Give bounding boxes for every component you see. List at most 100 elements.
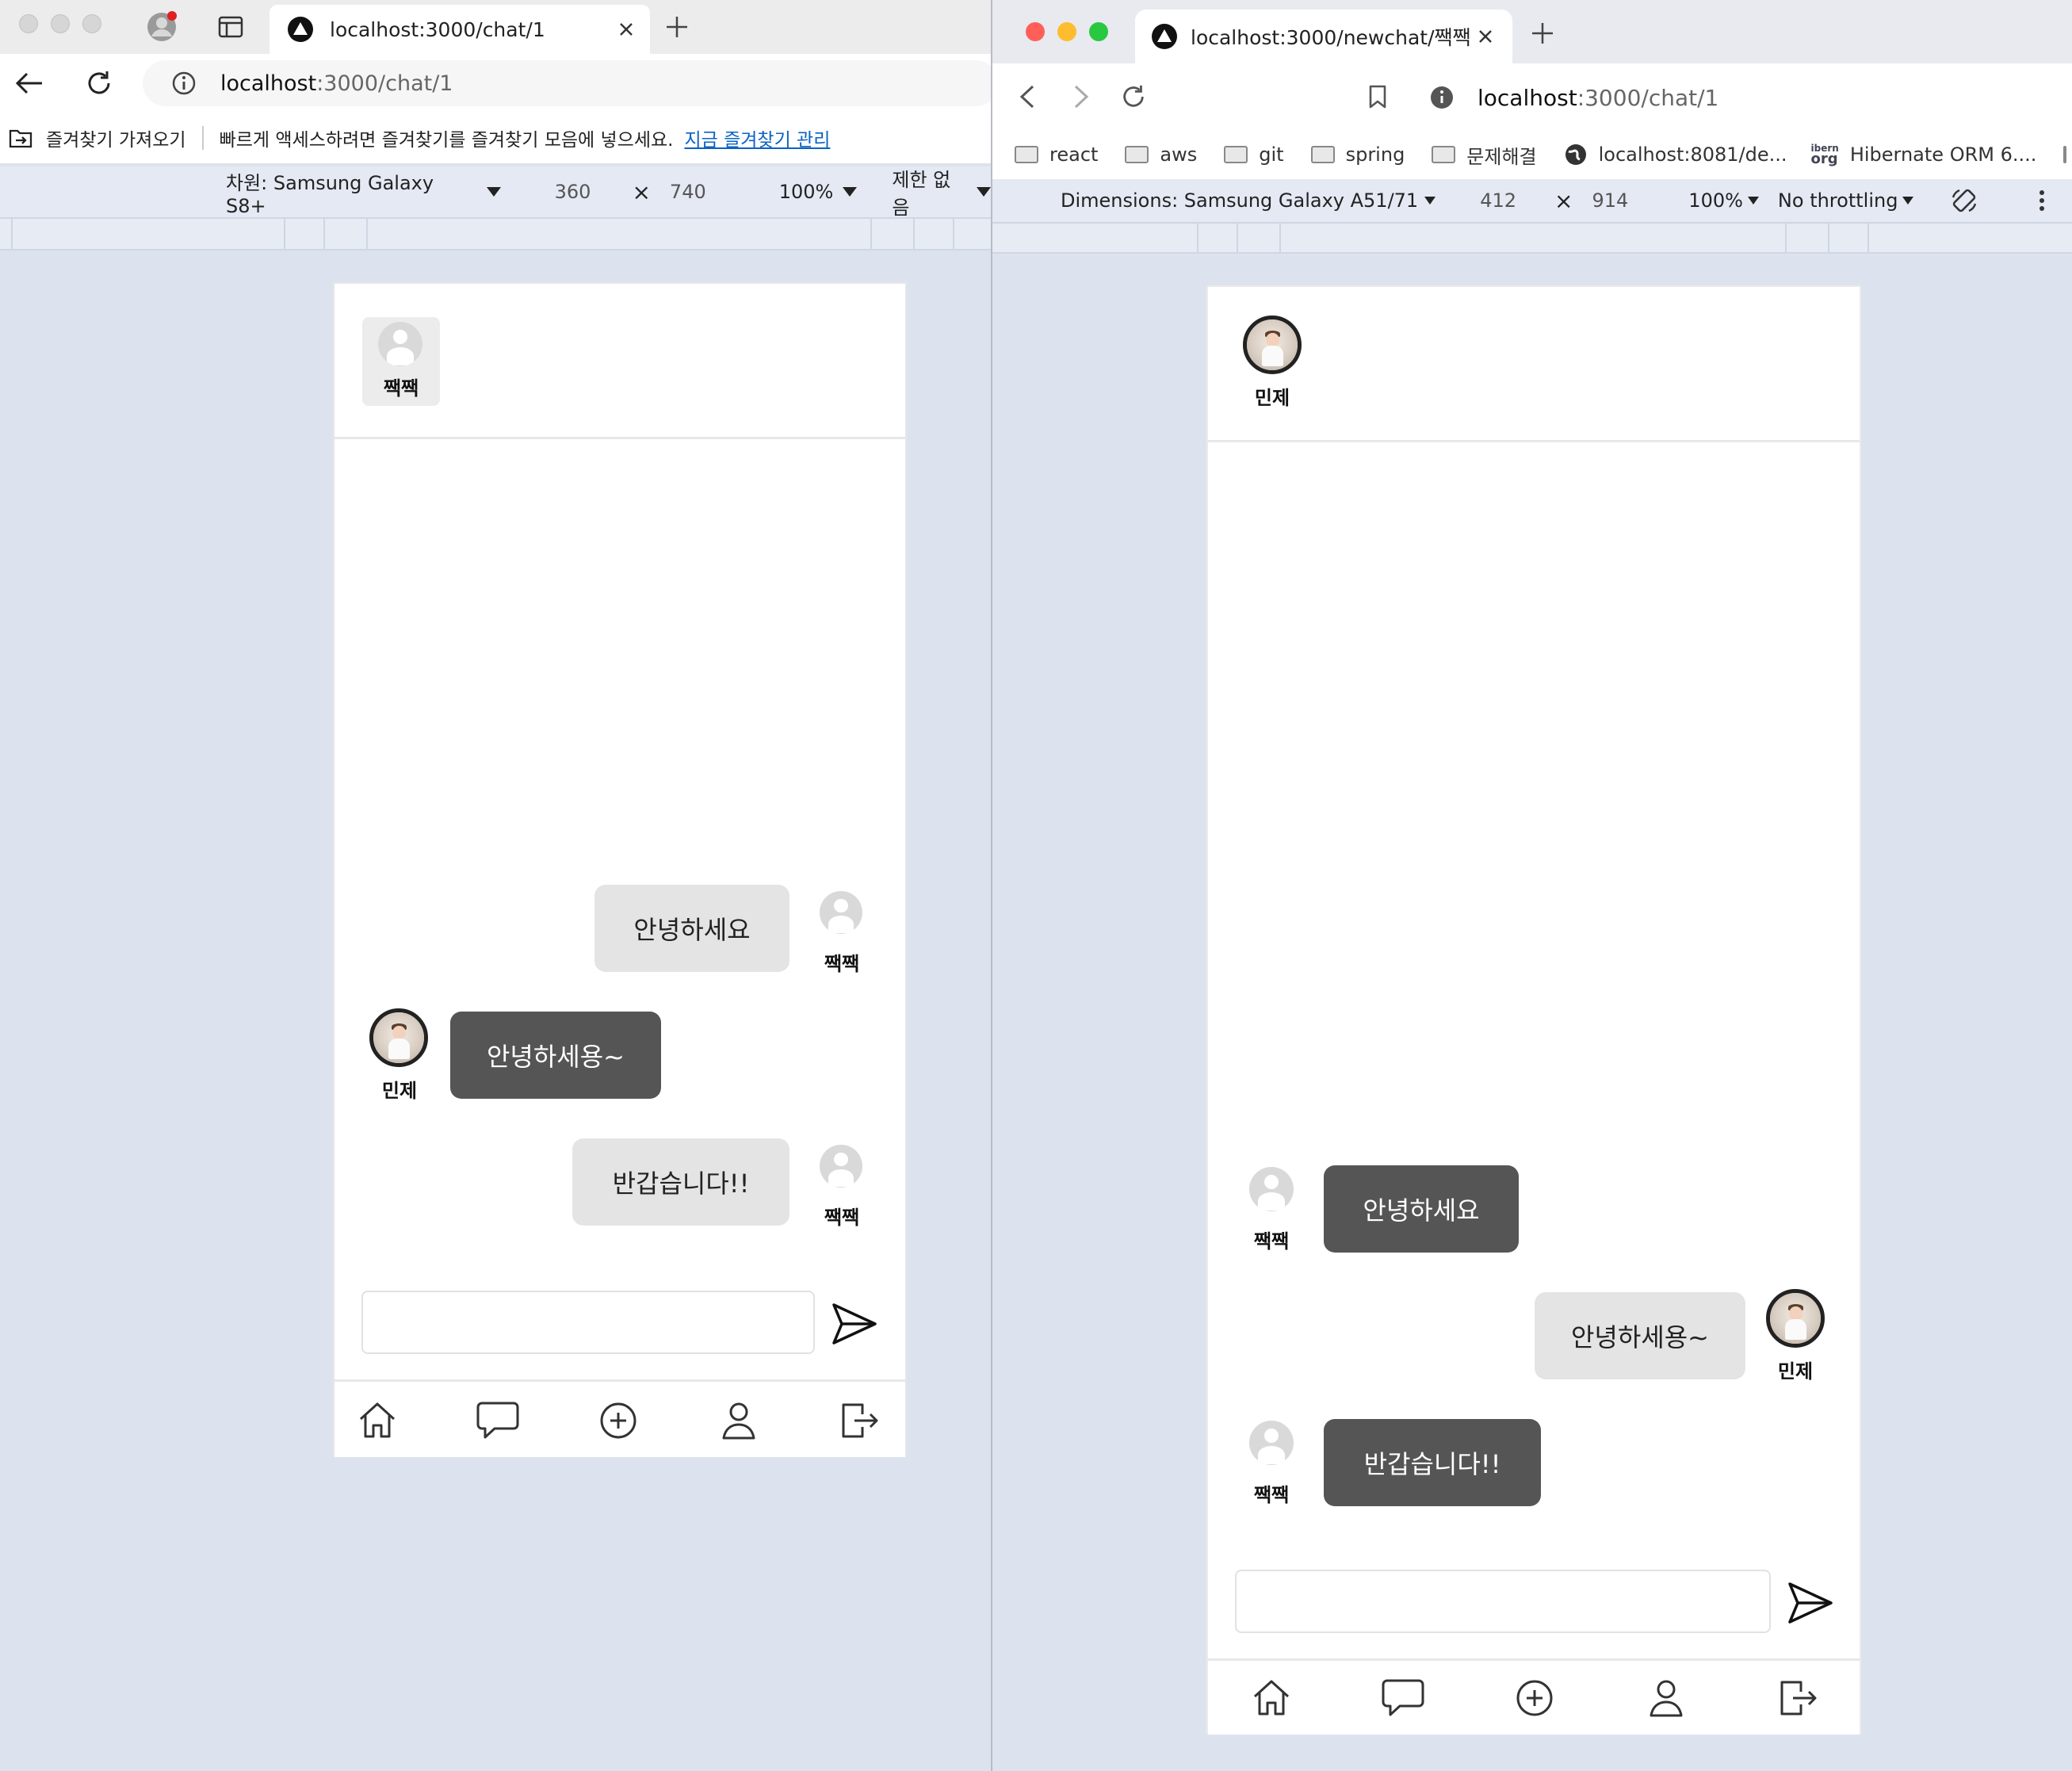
bookmark-folder[interactable]: aws	[1125, 143, 1197, 166]
info-icon[interactable]	[171, 71, 197, 96]
chat-participant[interactable]: 짹짹	[362, 317, 440, 406]
folder-icon	[1125, 146, 1149, 163]
logout-icon[interactable]	[834, 1396, 885, 1445]
dimension-x: ×	[632, 178, 651, 205]
address-bar[interactable]: localhost:3000/chat/1	[143, 60, 991, 106]
send-icon[interactable]	[1782, 1574, 1839, 1631]
media-query-ruler[interactable]	[992, 224, 2072, 254]
info-icon[interactable]	[1430, 86, 1454, 109]
message-bubble: 안녕하세용~	[1535, 1292, 1745, 1379]
bookmark-icon[interactable]	[1362, 81, 1393, 113]
logout-icon[interactable]	[1772, 1673, 1823, 1723]
back-icon[interactable]	[1011, 81, 1043, 113]
chat-icon[interactable]	[472, 1396, 523, 1445]
active-tab[interactable]: localhost:3000/newchat/짹짹	[1135, 10, 1512, 63]
send-icon[interactable]	[826, 1295, 883, 1352]
message-sender: 짹짹	[824, 953, 860, 975]
media-query-ruler[interactable]	[0, 219, 991, 251]
forward-icon[interactable]	[1065, 81, 1097, 113]
window-close-dot[interactable]	[1026, 22, 1045, 41]
dimension-x: ×	[1554, 187, 1573, 214]
hibernate-icon: ibern org	[1811, 143, 1839, 166]
bookmark-label: aws	[1160, 143, 1198, 166]
import-favorites[interactable]: 즐겨찾기 가져오기	[46, 124, 186, 151]
window-zoom-dot[interactable]	[1089, 22, 1108, 41]
tabs-icon[interactable]	[217, 14, 244, 40]
bookmark-folder[interactable]: react	[1015, 143, 1098, 166]
home-icon[interactable]	[352, 1396, 403, 1445]
add-circle-icon[interactable]	[593, 1396, 644, 1445]
close-icon[interactable]	[618, 21, 634, 37]
zoom-value: 100%	[1688, 189, 1743, 212]
tab-strip: localhost:3000/chat/1	[0, 0, 991, 54]
width-field[interactable]: 412	[1480, 189, 1516, 212]
throttle-select[interactable]: No throttling	[1778, 189, 1914, 212]
back-icon[interactable]	[13, 67, 46, 100]
bookmark-label: 문제해결	[1466, 145, 1537, 168]
throttle-value: No throttling	[1777, 189, 1898, 212]
address-bar[interactable]: localhost:3000/chat/1	[1414, 73, 2072, 122]
throttle-value: 제한 없음	[892, 169, 951, 219]
tab-strip: localhost:3000/newchat/짹짹	[992, 0, 2072, 63]
favicon-icon	[288, 17, 313, 42]
message-input[interactable]	[1235, 1570, 1771, 1633]
reload-icon[interactable]	[82, 67, 116, 100]
message-sender: 민제	[1777, 1360, 1814, 1383]
throttle-select[interactable]: 제한 없음	[892, 164, 991, 220]
new-tab-plus-icon[interactable]	[663, 13, 691, 41]
bookmark-link[interactable]: ibern org Hibernate ORM 6....	[1811, 143, 2037, 166]
bookmark-folder[interactable]: 문제해결	[1432, 141, 1537, 169]
tab-title: localhost:3000/chat/1	[330, 17, 545, 41]
address-path: :3000/chat/1	[316, 71, 453, 96]
message-sender: 민제	[381, 1080, 418, 1102]
new-tab-plus-icon[interactable]	[1528, 19, 1557, 48]
add-circle-icon[interactable]	[1509, 1673, 1560, 1723]
zoom-select[interactable]: 100%	[1688, 189, 1759, 212]
bookmark-folder[interactable]: spring	[1310, 143, 1405, 166]
favorites-bar: 즐겨찾기 가져오기 빠르게 액세스하려면 즐겨찾기를 즐겨찾기 모음에 넣으세요…	[0, 113, 991, 165]
profile-icon[interactable]	[146, 11, 178, 43]
bookmark-link[interactable]: localhost:8081/de...	[1564, 143, 1787, 166]
device-select[interactable]: Dimensions: Samsung Galaxy A51/71	[1061, 189, 1436, 212]
device-select[interactable]: 차원: Samsung Galaxy S8+	[226, 167, 501, 217]
toolbar: localhost:3000/chat/1	[992, 63, 2072, 130]
more-icon[interactable]	[2039, 189, 2045, 212]
message-sender: 짹짹	[824, 1207, 860, 1229]
user-icon[interactable]	[1641, 1673, 1692, 1723]
width-field[interactable]: 360	[555, 181, 591, 203]
message-sender: 짹짹	[1253, 1230, 1290, 1253]
window-minimize-dot[interactable]	[51, 14, 70, 33]
avatar-photo	[369, 1008, 428, 1067]
chat-icon[interactable]	[1378, 1673, 1428, 1723]
active-tab[interactable]: localhost:3000/chat/1	[270, 5, 650, 54]
message-sender: 짹짹	[1253, 1484, 1290, 1506]
folder-icon	[1310, 146, 1335, 163]
message-input[interactable]	[361, 1291, 815, 1354]
window-minimize-dot[interactable]	[1057, 22, 1076, 41]
folder-icon	[1015, 146, 1038, 163]
phone-viewport: 민제 짹짹 안녕하세요 안녕하세용~ 민제 짹짹 반갑습니다!!	[1206, 285, 1861, 1735]
height-field[interactable]: 740	[670, 181, 706, 203]
toolbar: localhost:3000/chat/1	[0, 54, 991, 113]
zoom-select[interactable]: 100%	[779, 181, 858, 203]
close-icon[interactable]	[1478, 29, 1493, 44]
avatar-icon	[378, 322, 422, 366]
bookmark-folder[interactable]: git	[1224, 143, 1284, 166]
home-icon[interactable]	[1246, 1673, 1297, 1723]
window-close-dot[interactable]	[19, 14, 38, 33]
folder-icon[interactable]	[2063, 146, 2067, 163]
user-icon[interactable]	[713, 1396, 764, 1445]
window-zoom-dot[interactable]	[82, 14, 101, 33]
height-field[interactable]: 914	[1592, 189, 1628, 212]
chat-participant[interactable]: 민제	[1240, 316, 1311, 420]
manage-favorites-link[interactable]: 지금 즐겨찾기 관리	[684, 124, 830, 151]
avatar-icon	[1249, 1167, 1294, 1211]
device-name: 차원: Samsung Galaxy S8+	[226, 171, 434, 217]
bottom-nav	[335, 1379, 905, 1457]
message-bubble: 반갑습니다!!	[1324, 1419, 1541, 1506]
reload-icon[interactable]	[1118, 81, 1149, 113]
bookmark-label: react	[1049, 143, 1099, 166]
bookmark-label: git	[1259, 143, 1284, 166]
import-favorites-icon[interactable]	[8, 126, 33, 150]
rotate-icon[interactable]	[1950, 186, 1978, 215]
